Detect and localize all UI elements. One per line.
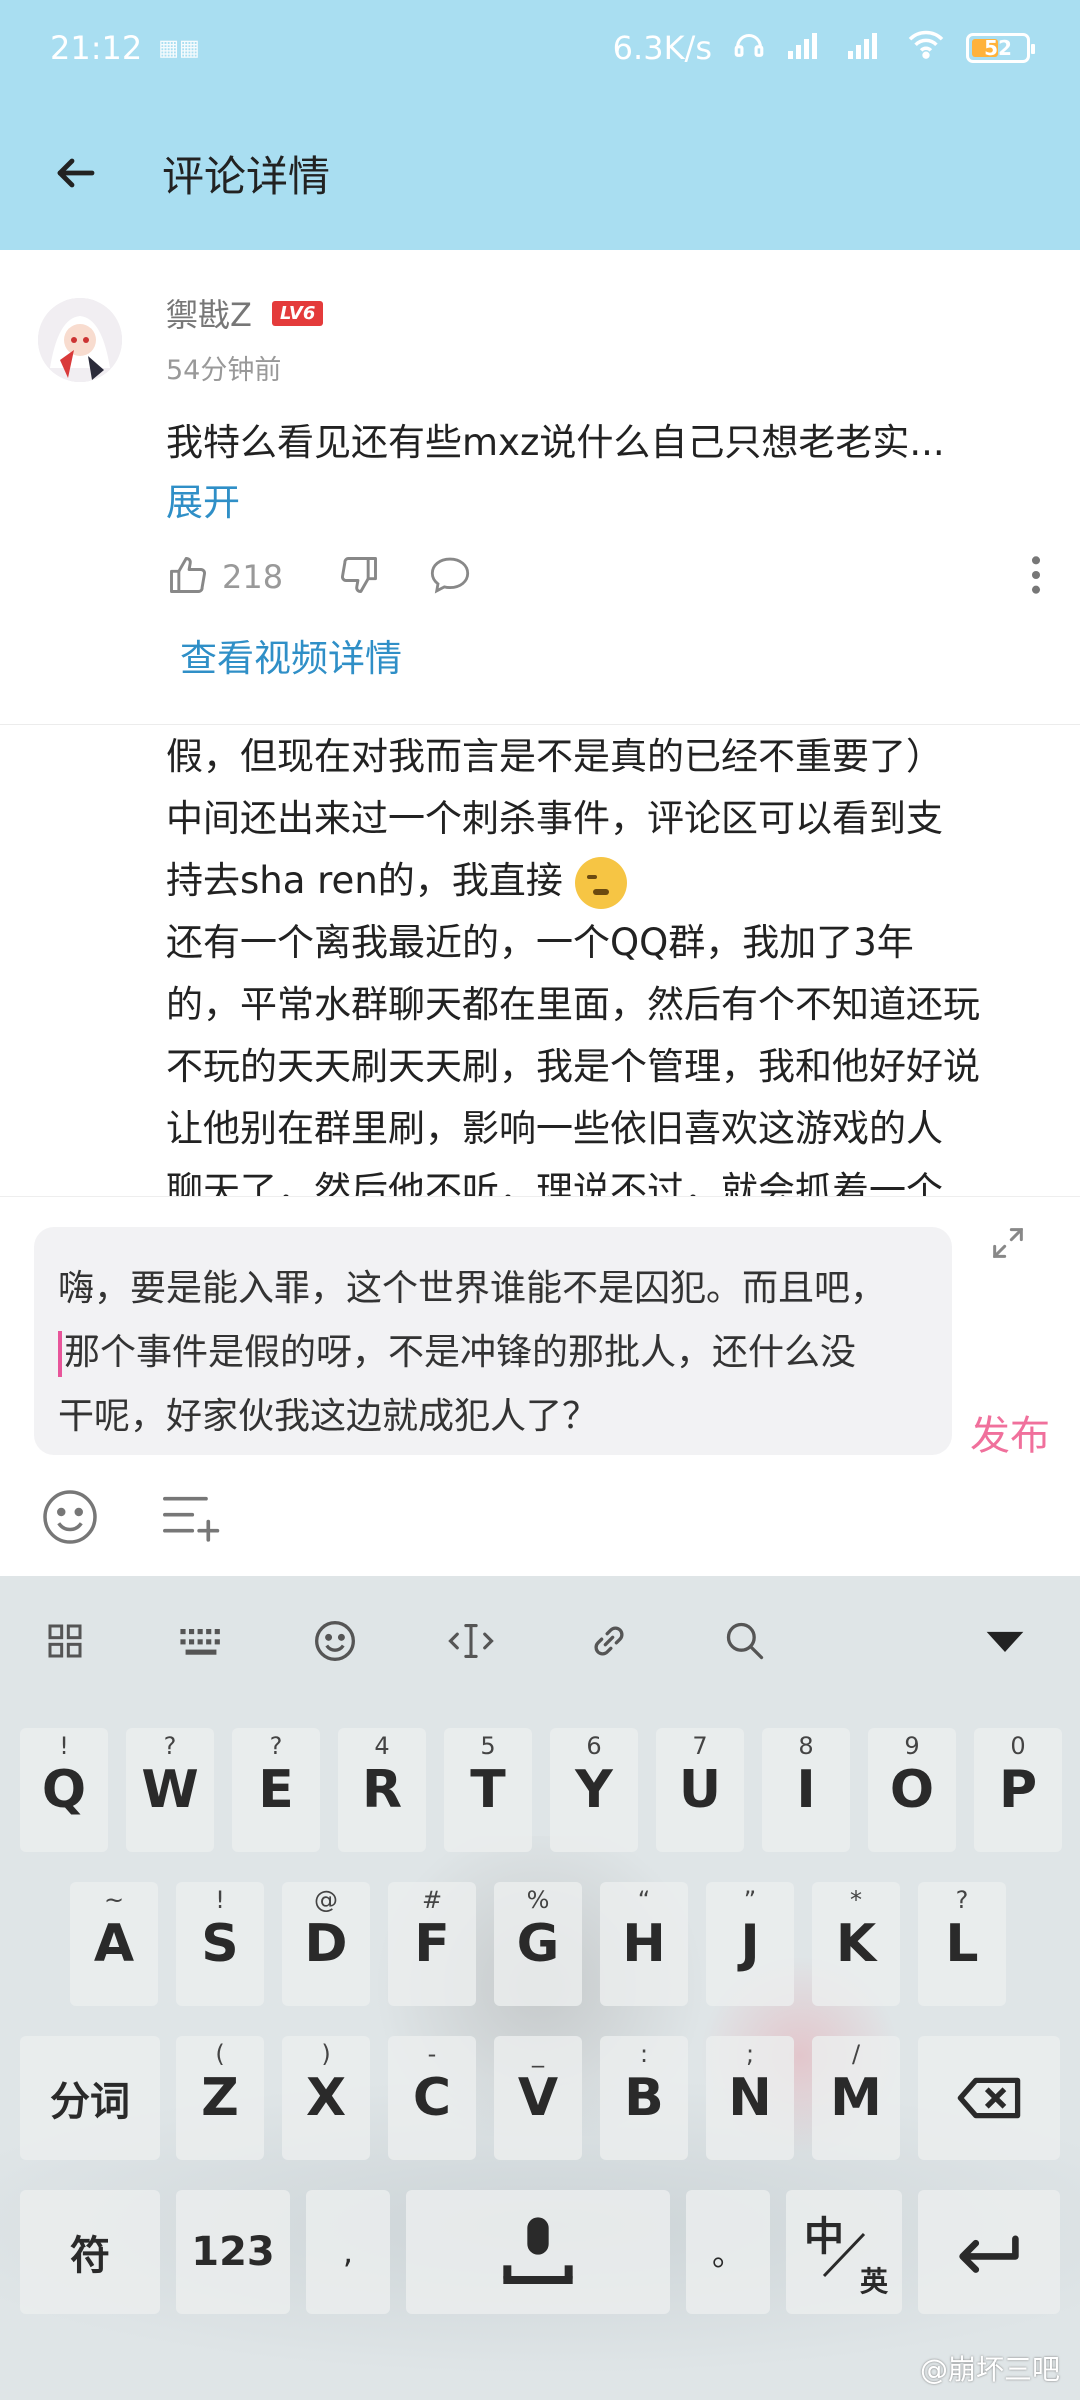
key-g[interactable]: % G (494, 1882, 582, 2006)
comment-text: 我特么看见还有些mxz说什么自己只想老老实... (166, 421, 945, 464)
like-count: 218 (222, 558, 284, 596)
key-symbols[interactable]: 符 (20, 2190, 160, 2314)
key-a[interactable]: ~ A (70, 1882, 158, 2006)
key-h[interactable]: “H (600, 1882, 688, 2006)
key-f[interactable]: # F (388, 1882, 476, 2006)
reply-line: 还有一个离我最近的，一个QQ群，我加了3年 (166, 921, 914, 964)
text-cursor (58, 1331, 62, 1377)
input-line-1: 嗨，要是能入罪，这个世界谁能不是囚犯。而且吧， (58, 1268, 887, 1309)
key-s[interactable]: ! S (176, 1882, 264, 2006)
reply-line: 的，平常水群聊天都在里面，然后有个不知道还玩 (166, 983, 980, 1026)
key-u[interactable]: 7U (656, 1728, 744, 1852)
key-d[interactable]: @ D (282, 1882, 370, 2006)
thumbs-down-icon[interactable] (337, 553, 381, 601)
header-area: 21:12 ▦▦ 6.3K/s 52 评论详情 (0, 0, 1080, 250)
key-z[interactable]: (Z (176, 2036, 264, 2160)
key-numbers[interactable]: 123 (176, 2190, 290, 2314)
battery-icon: 52 (966, 33, 1035, 63)
key-r[interactable]: 4R (338, 1728, 426, 1852)
keyboard-layout-icon[interactable] (176, 1616, 226, 1666)
emoji-picker-icon[interactable] (40, 1487, 100, 1551)
grid-menu-icon[interactable] (40, 1616, 90, 1666)
reply-line: 中间还出来过一个刺杀事件，评论区可以看到支 (166, 797, 943, 840)
reply-line: 持去sha ren的，我直接 (166, 850, 627, 909)
input-line-2: 那个事件是假的呀，不是冲锋的那批人，还什么没 (58, 1321, 928, 1385)
reply-input[interactable]: 嗨，要是能入罪，这个世界谁能不是囚犯。而且吧， 那个事件是假的呀，不是冲锋的那批… (34, 1227, 952, 1455)
collapse-keyboard-icon[interactable] (980, 1616, 1030, 1666)
key-n[interactable]: ; N (706, 2036, 794, 2160)
username: 禦戡Z (166, 296, 252, 334)
reply-line: 不玩的天天刷天天刷，我是个管理，我和他好好说 (166, 1045, 980, 1088)
page-title: 评论详情 (162, 151, 331, 201)
comment-actions: 218 (166, 550, 1046, 604)
enter-icon (959, 2235, 1019, 2273)
clipboard-link-icon[interactable] (584, 1616, 634, 1666)
key-l[interactable]: ? L (918, 1882, 1006, 2006)
status-bar: 21:12 ▦▦ 6.3K/s 52 (0, 0, 1080, 96)
status-time: 21:12 (50, 29, 143, 67)
key-k[interactable]: * K (812, 1882, 900, 2006)
avatar[interactable] (38, 298, 122, 382)
comment-time: 54分钟前 (166, 355, 282, 386)
key-t[interactable]: 5T (444, 1728, 532, 1852)
reply-line: 假，但现在对我而言是不是真的已经不重要了） (166, 735, 943, 778)
app-bar: 评论详情 (0, 118, 1080, 228)
network-speed: 6.3K/s (612, 29, 712, 67)
key-v[interactable]: _ V (494, 2036, 582, 2160)
reply-text-area: 假，但现在对我而言是不是真的已经不重要了） 中间还出来过一个刺杀事件，评论区可以… (0, 726, 1080, 1196)
list-add-icon[interactable] (158, 1489, 222, 1549)
comment-author[interactable]: 禦戡Z LV6 (166, 290, 324, 336)
key-x[interactable]: ) X (282, 2036, 370, 2160)
backspace-key[interactable] (918, 2036, 1060, 2160)
key-segment[interactable]: 分词 (20, 2036, 160, 2160)
thumbs-up-icon[interactable] (166, 553, 210, 601)
key-b[interactable]: :B (600, 2036, 688, 2160)
backspace-icon (957, 2077, 1021, 2119)
expand-link[interactable]: 展开 (166, 472, 240, 526)
back-arrow-icon[interactable] (46, 143, 106, 203)
search-icon[interactable] (720, 1616, 770, 1666)
reply-line: 让他别在群里刷，影响一些依旧喜欢这游戏的人 (166, 1107, 943, 1150)
input-line-3: 干呢，好家伙我这边就成犯人了？ (58, 1396, 599, 1437)
signal-icon-1 (786, 29, 826, 68)
key-w[interactable]: ? W (126, 1728, 214, 1852)
comment-card: 禦戡Z LV6 54分钟前 我特么看见还有些mxz说什么自己只想老老实... 展… (0, 250, 1080, 725)
key-y[interactable]: 6Y (550, 1728, 638, 1852)
compose-area: 嗨，要是能入罪，这个世界谁能不是囚犯。而且吧， 那个事件是假的呀，不是冲锋的那批… (0, 1196, 1080, 1576)
keyboard-toolbar (0, 1576, 1080, 1704)
headset-icon (732, 27, 766, 69)
key-e[interactable]: ? E (232, 1728, 320, 1852)
reply-line: 聊天了，然后他不听，理说不过，就会抓着一个 (166, 1169, 943, 1196)
key-comma[interactable]: , (306, 2190, 390, 2314)
key-space-voice[interactable] (406, 2190, 670, 2314)
language-toggle-key[interactable]: 中 英 (786, 2190, 902, 2314)
key-m[interactable]: / M (812, 2036, 900, 2160)
watermark: @崩坏三吧 (919, 2353, 1060, 2386)
microphone-icon (503, 2217, 573, 2284)
key-i[interactable]: 8I (762, 1728, 850, 1852)
signal-icon-2 (846, 29, 886, 68)
keyboard: ! Q ? W ? E 4R 5T 6Y 7U 8I 9O 0P ~ A ! S @ D #… (0, 1576, 1080, 2400)
view-video-details-link[interactable]: 查看视频详情 (180, 628, 402, 682)
emoji-icon (574, 856, 627, 909)
status-right: 6.3K/s 52 (612, 27, 1035, 69)
level-badge: LV6 (271, 300, 324, 326)
notification-icon: ▦▦ (158, 35, 200, 61)
key-p[interactable]: 0P (974, 1728, 1062, 1852)
key-c[interactable]: -C (388, 2036, 476, 2160)
enter-key[interactable] (918, 2190, 1060, 2314)
emoji-keyboard-icon[interactable] (310, 1616, 360, 1666)
wifi-icon (906, 28, 946, 68)
key-q[interactable]: ! Q (20, 1728, 108, 1852)
cursor-move-icon[interactable] (446, 1616, 496, 1666)
key-period[interactable]: 。 (686, 2190, 770, 2314)
more-options-icon[interactable] (1026, 553, 1046, 601)
key-o[interactable]: 9O (868, 1728, 956, 1852)
publish-button[interactable]: 发布 (970, 1403, 1050, 1461)
comment-bubble-icon[interactable] (427, 553, 473, 601)
fullscreen-expand-icon[interactable] (988, 1223, 1028, 1263)
key-j[interactable]: ” J (706, 1882, 794, 2006)
